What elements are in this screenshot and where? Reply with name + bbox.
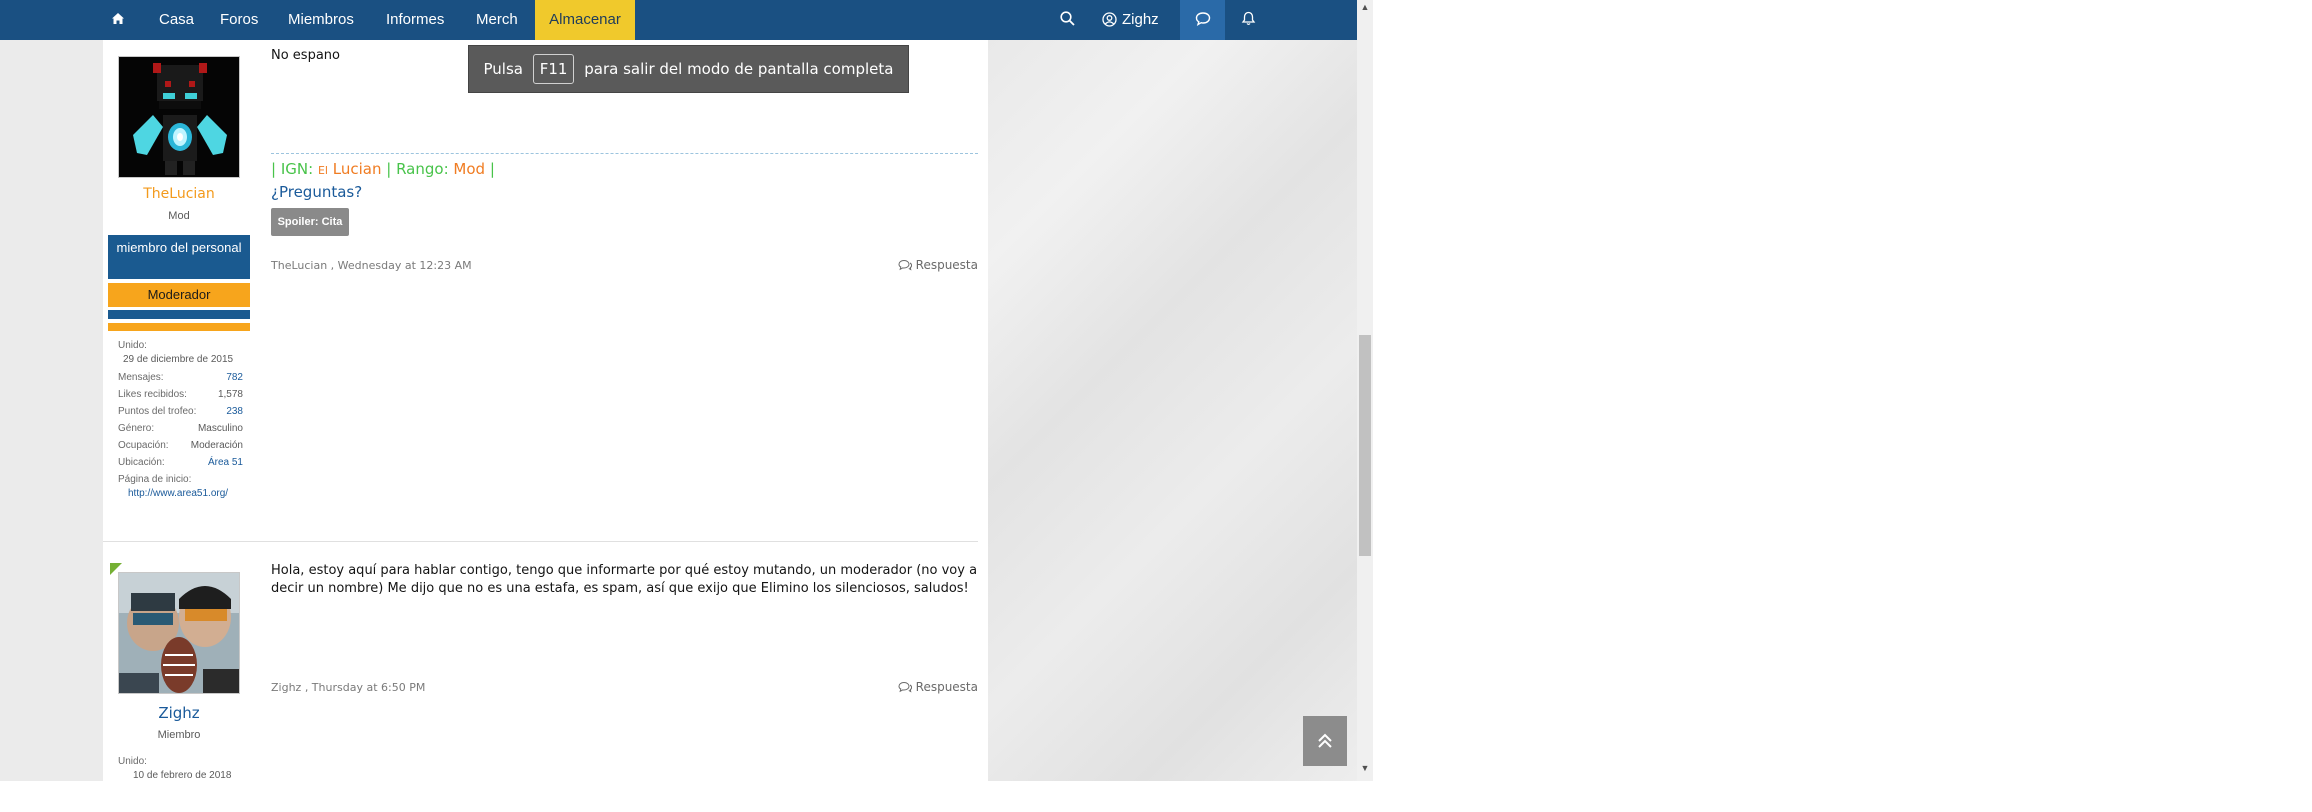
user-title: Mod — [168, 210, 190, 222]
home-icon[interactable] — [108, 0, 128, 40]
page-background — [988, 40, 1365, 781]
bell-icon[interactable] — [1228, 0, 1268, 40]
scroll-down-arrow[interactable]: ▼ — [1357, 763, 1373, 773]
sig-separator: | — [386, 160, 392, 178]
info-value: Masculino — [197, 423, 243, 434]
info-value: 1,578 — [217, 389, 243, 400]
user-menu-label: Zighz — [1122, 11, 1159, 28]
avatar-zighz[interactable] — [118, 572, 240, 694]
avatar-thelucian[interactable] — [118, 56, 240, 178]
info-row-likes: Likes recibidos: 1,578 — [118, 389, 243, 403]
info-row-gender: Género: Masculino — [118, 423, 243, 437]
photo-avatar-image — [119, 573, 239, 693]
scroll-up-arrow[interactable]: ▲ — [1357, 2, 1373, 12]
nav-link-informes[interactable]: Informes — [386, 0, 444, 40]
info-row-homepage: Página de inicio: http://www.area51.org/ — [118, 474, 243, 502]
info-value-link[interactable]: 238 — [226, 406, 243, 417]
info-row-location: Ubicación: Área 51 — [118, 457, 243, 471]
post-meta[interactable]: TheLucian , Wednesday at 12:23 AM — [271, 259, 472, 272]
signature-line: | IGN: El Lucian | Rango: Mod | — [271, 160, 495, 178]
search-icon[interactable] — [1056, 0, 1078, 40]
post-message: No espano — [271, 48, 340, 63]
thread-content: TheLucian Mod miembro del personal Moder… — [103, 40, 988, 781]
info-row-occupation: Ocupación: Moderación — [118, 440, 243, 454]
sig-ign-prefix: El — [317, 164, 328, 177]
info-label: Ubicación: — [118, 457, 165, 468]
info-label: Página de inicio: — [118, 474, 192, 485]
nav-link-almacenar[interactable]: Almacenar — [535, 0, 635, 40]
reply-button[interactable]: Respuesta — [898, 258, 978, 272]
info-value: Moderación — [190, 440, 243, 451]
staff-banner: miembro del personal — [108, 235, 250, 279]
page-scrollbar[interactable]: ▲ ▼ — [1357, 0, 1373, 781]
top-navigation-bar: Casa Foros Miembros Informes Merch Almac… — [0, 0, 1365, 40]
username-thelucian[interactable]: TheLucian — [103, 186, 255, 202]
chat-icon[interactable] — [1180, 0, 1225, 40]
nav-link-miembros[interactable]: Miembros — [288, 0, 354, 40]
info-value: 29 de diciembre de 2015 — [123, 354, 234, 365]
info-label: Unido: — [118, 756, 147, 767]
info-label: Likes recibidos: — [118, 389, 187, 400]
reply-icon — [898, 259, 912, 271]
signature-questions-link[interactable]: ¿Preguntas? — [271, 183, 362, 201]
info-row-joined: Unido: 29 de diciembre de 2015 — [118, 340, 243, 368]
user-avatar-icon — [1102, 12, 1117, 27]
nav-link-foros[interactable]: Foros — [220, 0, 258, 40]
info-row-trophy-points: Puntos del trofeo: 238 — [118, 406, 243, 420]
pixel-avatar-image — [119, 57, 239, 177]
info-label: Ocupación: — [118, 440, 169, 451]
info-row-messages: Mensajes: 782 — [118, 372, 243, 386]
sig-rank-label: Rango: — [396, 160, 449, 178]
reply-icon — [898, 681, 912, 693]
sig-separator: | — [489, 160, 495, 178]
info-value: 10 de febrero de 2018 — [133, 770, 232, 781]
scrollbar-thumb[interactable] — [1359, 335, 1371, 556]
info-value-link[interactable]: 782 — [226, 372, 243, 383]
signature-divider — [271, 153, 978, 154]
reply-label: Respuesta — [915, 680, 978, 694]
nav-link-merch[interactable]: Merch — [476, 0, 518, 40]
reply-button[interactable]: Respuesta — [898, 680, 978, 694]
browser-viewport: Casa Foros Miembros Informes Merch Almac… — [0, 0, 1365, 781]
fullscreen-exit-toast: Pulsa F11 para salir del modo de pantall… — [468, 45, 909, 93]
homepage-link[interactable]: http://www.area51.org/ — [128, 488, 228, 499]
spoiler-button[interactable]: Spoiler: Cita — [271, 208, 349, 236]
user-title: Miembro — [157, 729, 201, 741]
nav-link-casa[interactable]: Casa — [159, 0, 194, 40]
info-label: Género: — [118, 423, 155, 434]
sig-ign-label: IGN: — [280, 160, 314, 178]
moderator-banner: Moderador — [108, 283, 250, 307]
info-label: Mensajes: — [118, 372, 164, 383]
banner-stripe-orange — [108, 323, 250, 331]
sig-rank-value: Mod — [453, 160, 486, 178]
toast-prefix: Pulsa — [483, 60, 523, 78]
info-row-joined: Unido: 10 de febrero de 2018 — [118, 756, 243, 781]
page-gutter — [0, 40, 103, 781]
toast-suffix: para salir del modo de pantalla completa — [584, 60, 894, 78]
back-to-top-button[interactable] — [1303, 716, 1347, 766]
info-label: Puntos del trofeo: — [118, 406, 197, 417]
post-message: Hola, estoy aquí para hablar contigo, te… — [271, 563, 978, 596]
sig-ign-value: Lucian — [332, 160, 382, 178]
post-meta[interactable]: Zighz , Thursday at 6:50 PM — [271, 681, 425, 694]
reply-label: Respuesta — [915, 258, 978, 272]
username-zighz[interactable]: Zighz — [103, 704, 255, 722]
banner-stripe-blue — [108, 310, 250, 319]
double-chevron-up-icon — [1318, 733, 1332, 748]
post-divider — [103, 541, 978, 542]
user-menu[interactable]: Zighz — [1102, 0, 1159, 40]
info-label: Unido: — [118, 340, 147, 351]
f11-key: F11 — [532, 54, 575, 84]
info-value-link[interactable]: Área 51 — [208, 457, 243, 468]
sig-separator: | — [271, 160, 277, 178]
